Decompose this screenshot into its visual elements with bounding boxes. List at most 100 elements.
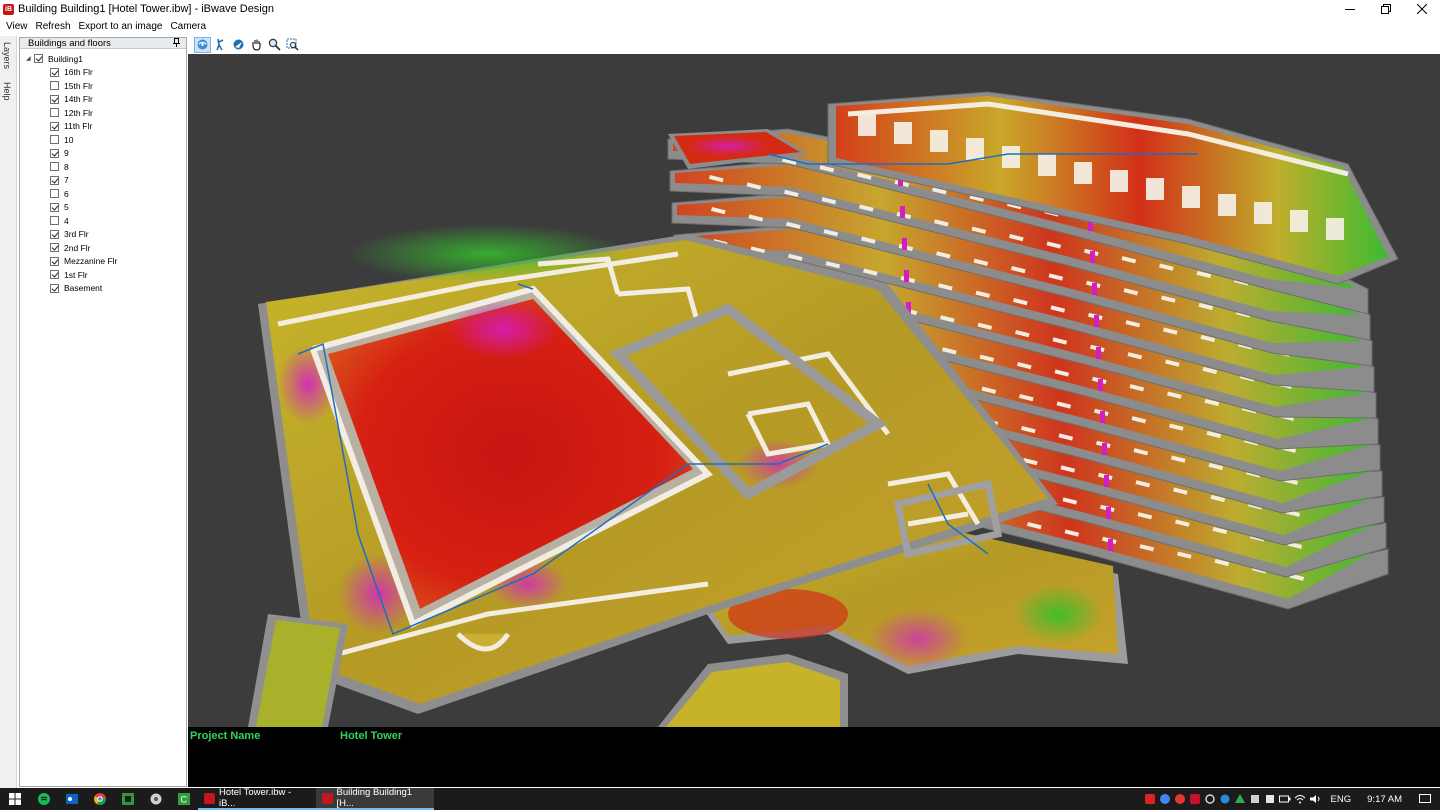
close-icon[interactable] [1404,0,1440,18]
task-label: Hotel Tower.ibw - iB... [218,787,292,809]
pan-icon[interactable] [248,37,265,53]
tree-item-floor[interactable]: 3rd Flr [20,228,186,242]
menu-bar: View Refresh Export to an image Camera [0,18,1440,34]
buildings-floors-panel: Buildings and floors ◢ Building1 16th Fl… [19,37,187,787]
orbit-icon[interactable] [194,36,211,53]
floor-label: 10 [64,134,74,145]
tab-help[interactable]: Help [2,82,12,101]
green-app-icon[interactable] [114,788,142,810]
minimize-icon[interactable] [1332,0,1368,18]
ibwave-task-icon [204,792,215,804]
floor-visibility-checkbox[interactable] [50,256,59,266]
tray-skype-icon[interactable] [1173,788,1188,810]
title-bar: iB Building Building1 [Hotel Tower.ibw] … [0,0,1440,18]
volume-icon[interactable] [1308,788,1323,810]
floor-visibility-checkbox[interactable] [50,67,59,77]
zoom-icon[interactable] [266,37,283,53]
outlook-icon[interactable] [58,788,86,810]
project-info-bar: Project Name Hotel Tower [188,727,1440,787]
3d-viewport[interactable] [188,54,1440,727]
floor-visibility-checkbox[interactable] [50,243,59,253]
tray-drive-icon[interactable] [1233,788,1248,810]
checkbox-building1[interactable] [34,54,43,64]
floor-label: 15th Flr [64,80,93,91]
floor-label: 11th Flr [64,121,93,132]
tray-adobe-icon[interactable] [1188,788,1203,810]
tree-item-floor[interactable]: 14th Flr [20,93,186,107]
camtasia-icon[interactable]: C [170,788,198,810]
tree-item-floor[interactable]: 16th Flr [20,66,186,80]
tray-globe-icon[interactable] [1218,788,1233,810]
tree-item-floor[interactable]: Basement [20,282,186,296]
tree-item-floor[interactable]: 2nd Flr [20,241,186,255]
pin-icon[interactable] [173,38,180,49]
floor-visibility-checkbox[interactable] [50,216,59,226]
taskbar-task-hotel-tower[interactable]: Hotel Tower.ibw - iB... [198,787,316,810]
tab-layers[interactable]: Layers [2,42,12,69]
clock[interactable]: 9:17 AM [1359,794,1410,805]
tree-item-floor[interactable]: 4 [20,214,186,228]
floor-visibility-checkbox[interactable] [50,175,59,185]
tree-item-floor[interactable]: 9 [20,147,186,161]
language-indicator[interactable]: ENG [1323,794,1360,805]
floor-visibility-checkbox[interactable] [50,148,59,158]
window-title: Building Building1 [Hotel Tower.ibw] - i… [18,3,274,15]
battery-icon[interactable] [1278,788,1293,810]
floor-label: 3rd Flr [64,229,89,240]
windows-start-icon[interactable] [0,788,30,810]
tree-item-floor[interactable]: 1st Flr [20,268,186,282]
tray-dropbox-icon[interactable] [1248,788,1263,810]
floor-visibility-checkbox[interactable] [50,283,59,293]
floor-visibility-checkbox[interactable] [50,121,59,131]
tray-sync-icon[interactable] [1203,788,1218,810]
notifications-icon[interactable] [1410,788,1440,810]
floor-visibility-checkbox[interactable] [50,108,59,118]
floor-tree: ◢ Building1 16th Flr 15th Flr 14th Flr 12th… [20,49,186,295]
spotify-icon[interactable] [30,788,58,810]
task-label: Building Building1 [H... [336,787,413,809]
chrome-icon[interactable] [86,788,114,810]
floor-visibility-checkbox[interactable] [50,189,59,199]
floor-label: 4 [64,215,69,226]
floor-visibility-checkbox[interactable] [50,270,59,280]
tree-item-floor[interactable]: Mezzanine Flr [20,255,186,269]
restore-icon[interactable] [1368,0,1404,18]
wifi-icon[interactable] [1293,788,1308,810]
floor-label: 9 [64,148,69,159]
tray-red-icon[interactable] [1143,788,1158,810]
menu-export-image[interactable]: Export to an image [75,21,167,32]
taskbar-task-building[interactable]: Building Building1 [H... [316,787,434,810]
collapse-caret-icon[interactable]: ◢ [26,55,34,62]
floor-label: 1st Flr [64,269,88,280]
floor-visibility-checkbox[interactable] [50,81,59,91]
ibwave-app-icon: iB [3,3,14,15]
tree-item-floor[interactable]: 11th Flr [20,120,186,134]
floor-label: 7 [64,175,69,186]
walk-icon[interactable] [212,37,229,53]
tray-google-icon[interactable] [1158,788,1173,810]
floor-visibility-checkbox[interactable] [50,202,59,212]
tray-app-icon[interactable] [1263,788,1278,810]
tree-item-floor[interactable]: 5 [20,201,186,215]
tree-item-floor[interactable]: 8 [20,160,186,174]
floor-label: 16th Flr [64,67,93,78]
tree-item-floor[interactable]: 12th Flr [20,106,186,120]
heatmap-3d-model[interactable] [188,54,1440,727]
app-icon-gray[interactable] [142,788,170,810]
tree-item-floor[interactable]: 6 [20,187,186,201]
fly-icon[interactable] [230,37,247,53]
floor-visibility-checkbox[interactable] [50,135,59,145]
tree-item-floor[interactable]: 10 [20,133,186,147]
tree-item-floor[interactable]: 15th Flr [20,79,186,93]
tree-item-building1[interactable]: ◢ Building1 [20,52,186,66]
zoom-extents-icon[interactable] [284,37,301,53]
tree-item-floor[interactable]: 7 [20,174,186,188]
floor-visibility-checkbox[interactable] [50,162,59,172]
floor-visibility-checkbox[interactable] [50,94,59,104]
menu-refresh[interactable]: Refresh [32,21,75,32]
floor-label: 6 [64,188,69,199]
floor-visibility-checkbox[interactable] [50,229,59,239]
menu-camera[interactable]: Camera [166,21,210,32]
floor-label: Mezzanine Flr [64,256,118,267]
menu-view[interactable]: View [2,21,32,32]
